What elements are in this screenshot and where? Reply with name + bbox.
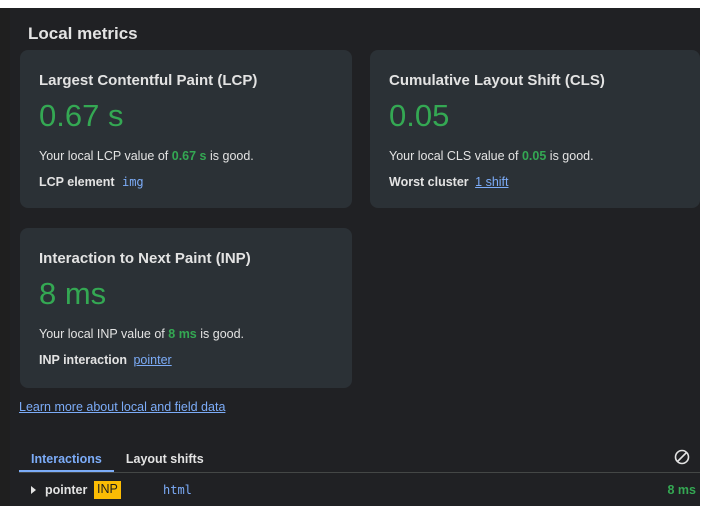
inp-value: 8 ms [39,276,107,311]
inp-description: Your local INP value of 8 ms is good. [39,327,244,341]
window-frame-top [0,0,706,8]
tabs-divider [19,472,700,473]
inp-badge: INP [94,481,121,499]
lcp-description: Your local LCP value of 0.67 s is good. [39,149,254,163]
cls-value: 0.05 [389,98,450,133]
lcp-element-link[interactable]: img [122,175,144,189]
inp-desc-prefix: Your local INP value of [39,327,165,341]
cls-desc-prefix: Your local CLS value of [389,149,519,163]
lcp-element-label: LCP element [39,175,115,189]
inp-card: Interaction to Next Paint (INP) 8 ms You… [20,228,352,388]
expand-triangle-icon[interactable] [31,486,36,494]
lcp-card-title: Largest Contentful Paint (LCP) [39,72,258,89]
inp-interaction-link[interactable]: pointer [133,353,171,367]
lcp-value: 0.67 s [39,98,124,133]
lcp-detail: LCP element img [39,175,144,189]
lcp-desc-prefix: Your local LCP value of [39,149,169,163]
cls-card: Cumulative Layout Shift (CLS) 0.05 Your … [370,50,700,208]
lcp-card: Largest Contentful Paint (LCP) 0.67 s Yo… [20,50,352,208]
tab-layout-shifts[interactable]: Layout shifts [114,448,216,472]
cls-card-title: Cumulative Layout Shift (CLS) [389,72,605,89]
worst-cluster-label: Worst cluster [389,175,469,189]
performance-panel: Local metrics Largest Contentful Paint (… [10,8,700,506]
window-frame-right [700,0,706,506]
cls-desc-value: 0.05 [521,149,547,163]
cls-detail: Worst cluster 1 shift [389,175,509,189]
cls-description: Your local CLS value of 0.05 is good. [389,149,594,163]
inp-desc-value: 8 ms [168,327,197,341]
lcp-desc-value: 0.67 s [171,149,207,163]
page-title: Local metrics [28,24,138,43]
worst-cluster-link[interactable]: 1 shift [475,175,508,189]
cls-desc-suffix: is good. [549,149,594,163]
learn-more-link[interactable]: Learn more about local and field data [19,400,225,414]
interaction-target[interactable]: html [163,483,192,497]
lcp-desc-suffix: is good. [210,149,254,163]
inp-interaction-label: INP interaction [39,353,127,367]
interaction-type: pointer [45,483,88,497]
devtools-root: Local metrics Largest Contentful Paint (… [0,0,706,506]
tab-interactions[interactable]: Interactions [19,448,114,472]
inp-detail: INP interaction pointer [39,353,172,367]
inp-card-title: Interaction to Next Paint (INP) [39,250,251,267]
interaction-row[interactable]: pointer INP html 8 ms [19,480,700,502]
interaction-duration: 8 ms [667,483,697,497]
tab-bar: Interactions Layout shifts [19,448,216,472]
clear-icon[interactable] [673,448,691,466]
inp-desc-suffix: is good. [200,327,245,341]
